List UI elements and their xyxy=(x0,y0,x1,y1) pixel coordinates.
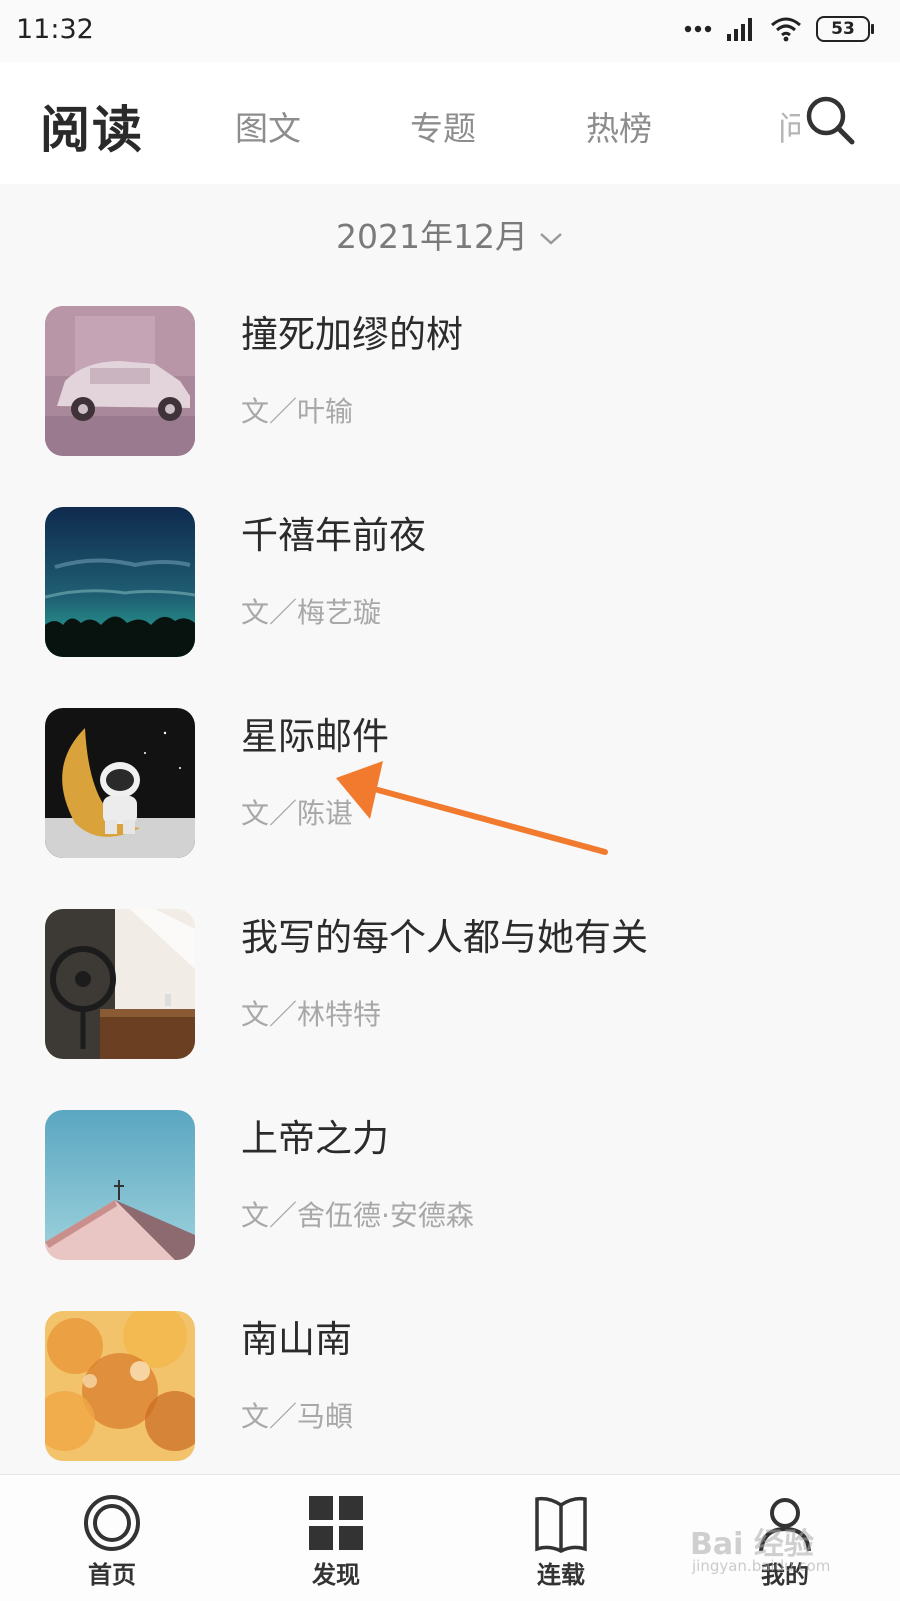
signal-icon xyxy=(727,18,752,41)
list-item[interactable]: 撞死加缪的树 文／叶输 xyxy=(0,300,900,460)
status-bar: 11:32 53 xyxy=(0,0,900,62)
grid-icon xyxy=(309,1496,363,1550)
article-author: 文／马頔 xyxy=(241,1400,354,1433)
article-author: 文／陈谌 xyxy=(241,797,354,830)
tab-wen-partial[interactable]: 问 xyxy=(778,102,800,150)
status-icons: 53 xyxy=(684,16,874,42)
article-thumbnail xyxy=(45,909,195,1059)
article-title: 撞死加缪的树 xyxy=(241,313,463,356)
watermark-url: jingyan.baidu.com xyxy=(692,1557,831,1575)
nav-label: 发现 xyxy=(312,1561,360,1589)
article-title: 我写的每个人都与她有关 xyxy=(241,916,648,959)
home-circle-icon xyxy=(84,1495,140,1551)
list-item[interactable]: 星际邮件 文／陈谌 xyxy=(0,702,900,862)
article-thumbnail xyxy=(45,1110,195,1260)
status-time: 11:32 xyxy=(16,14,94,45)
wifi-icon xyxy=(771,17,801,42)
article-author: 文／叶输 xyxy=(241,395,354,428)
article-thumbnail xyxy=(45,1311,195,1461)
article-title: 南山南 xyxy=(241,1318,352,1361)
app-header: 阅读 图文 专题 热榜 问 xyxy=(0,62,900,184)
nav-serial[interactable]: 连载 xyxy=(481,1475,641,1601)
month-label: 2021年12月 xyxy=(336,217,528,256)
list-item[interactable]: 千禧年前夜 文／梅艺璇 xyxy=(0,501,900,661)
search-button[interactable] xyxy=(802,92,858,148)
tab-rebang[interactable]: 热榜 xyxy=(586,102,652,150)
list-item[interactable]: 南山南 文／马頔 xyxy=(0,1305,900,1465)
nav-label: 连载 xyxy=(537,1561,585,1589)
article-list-area: 2021年12月 撞死加缪的树 文／叶输 千禧年前夜 文／梅艺璇 星际邮件 文／… xyxy=(0,184,900,1474)
article-thumbnail xyxy=(45,306,195,456)
book-icon xyxy=(535,1496,587,1553)
article-thumbnail xyxy=(45,708,195,858)
bottom-nav: 首页 发现 连载 我的 Bai 经验 jingyan.baidu.com xyxy=(0,1474,900,1601)
nav-discover[interactable]: 发现 xyxy=(256,1475,416,1601)
article-author: 文／梅艺璇 xyxy=(241,596,382,629)
chevron-down-icon xyxy=(540,232,562,245)
page-title: 阅读 xyxy=(40,101,144,159)
list-item[interactable]: 我写的每个人都与她有关 文／林特特 xyxy=(0,903,900,1063)
battery-indicator: 53 xyxy=(816,16,874,42)
list-item[interactable]: 上帝之力 文／舍伍德·安德森 xyxy=(0,1104,900,1264)
month-selector[interactable]: 2021年12月 xyxy=(0,210,900,258)
more-dots-icon xyxy=(684,25,712,33)
article-author: 文／林特特 xyxy=(241,998,382,1031)
search-icon xyxy=(806,96,855,145)
nav-label: 首页 xyxy=(88,1561,136,1589)
article-title: 上帝之力 xyxy=(241,1117,389,1160)
tab-tuwen[interactable]: 图文 xyxy=(235,102,301,150)
article-author: 文／舍伍德·安德森 xyxy=(241,1199,474,1232)
article-thumbnail xyxy=(45,507,195,657)
nav-home[interactable]: 首页 xyxy=(32,1475,192,1601)
article-title: 星际邮件 xyxy=(241,715,389,758)
tab-zhuanti[interactable]: 专题 xyxy=(410,102,476,150)
article-title: 千禧年前夜 xyxy=(241,514,426,557)
